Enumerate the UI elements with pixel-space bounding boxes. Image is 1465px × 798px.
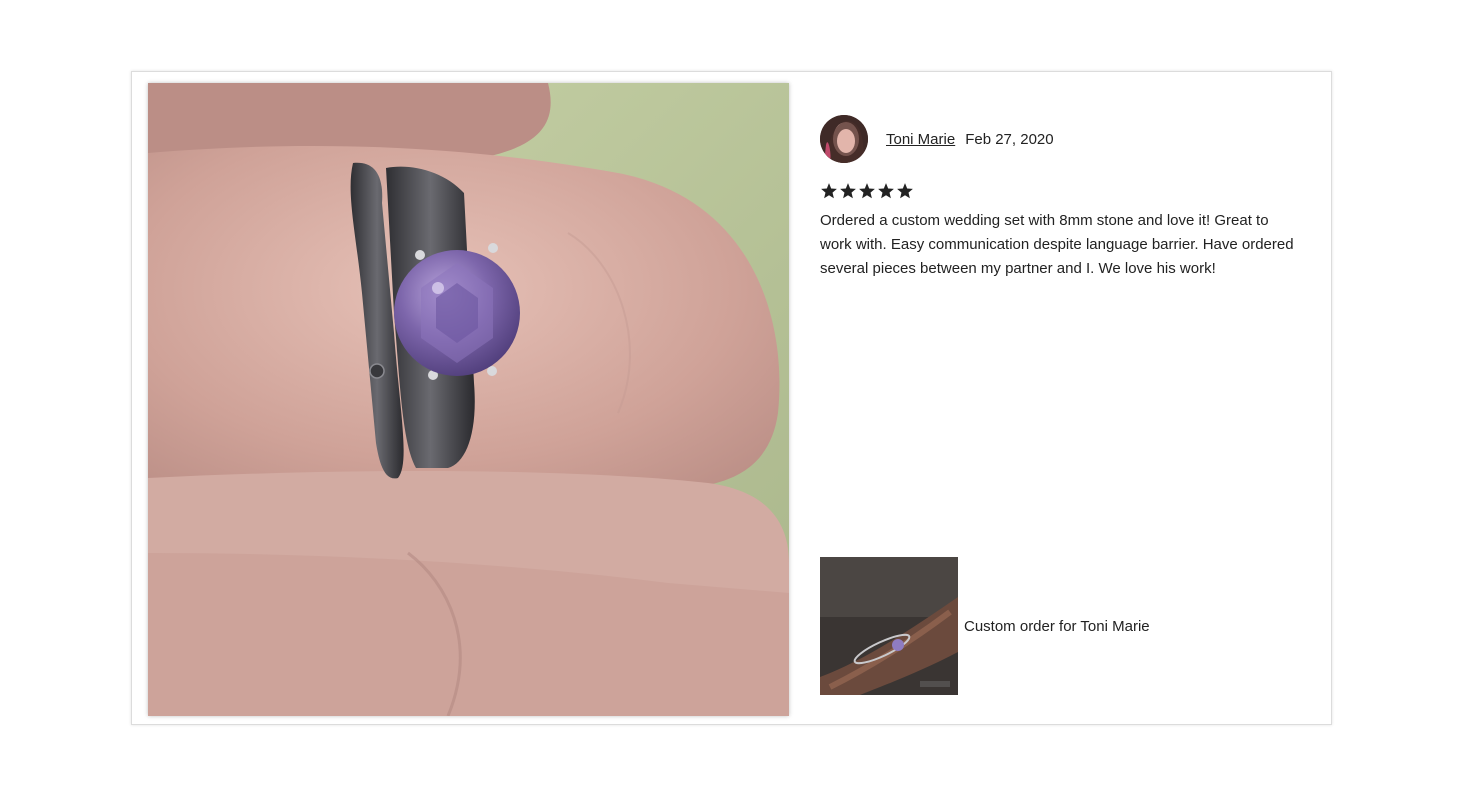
order-thumbnail-image bbox=[820, 557, 958, 695]
ring-on-finger-photo bbox=[148, 83, 789, 716]
review-photo[interactable] bbox=[148, 83, 789, 716]
star-icon bbox=[859, 183, 875, 199]
order-item: Custom order for Toni Marie bbox=[820, 557, 1150, 695]
star-icon bbox=[840, 183, 856, 199]
reviewer-header: Toni Marie Feb 27, 2020 bbox=[820, 115, 1054, 163]
order-thumbnail[interactable] bbox=[820, 557, 958, 695]
star-icon bbox=[897, 183, 913, 199]
review-card: Toni Marie Feb 27, 2020 Ordered a custom… bbox=[131, 71, 1332, 725]
avatar[interactable] bbox=[820, 115, 868, 163]
star-icon bbox=[821, 183, 837, 199]
star-icon bbox=[878, 183, 894, 199]
order-label: Custom order for Toni Marie bbox=[964, 617, 1150, 635]
star-rating bbox=[820, 182, 914, 200]
review-panel: Toni Marie Feb 27, 2020 Ordered a custom… bbox=[820, 72, 1320, 724]
reviewer-name-link[interactable]: Toni Marie bbox=[886, 131, 955, 148]
review-text: Ordered a custom wedding set with 8mm st… bbox=[820, 212, 1294, 277]
review-date: Feb 27, 2020 bbox=[965, 130, 1054, 148]
reviewer-avatar-image bbox=[820, 115, 868, 163]
